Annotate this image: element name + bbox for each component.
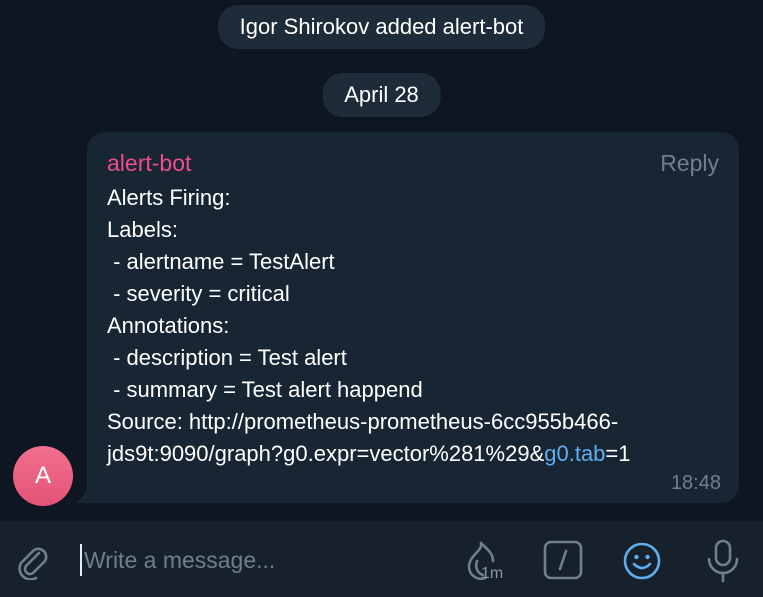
message-line: Annotations: xyxy=(107,313,230,338)
message-input-wrap[interactable] xyxy=(80,541,440,579)
reply-button[interactable]: Reply xyxy=(660,150,719,177)
text-caret xyxy=(80,544,82,576)
message-line: - description = Test alert xyxy=(107,345,347,370)
url-suffix: =1 xyxy=(605,441,631,466)
sender-name[interactable]: alert-bot xyxy=(107,150,191,177)
date-divider: April 28 xyxy=(322,73,441,117)
message-line: - summary = Test alert happend xyxy=(107,377,423,402)
message-text: Alerts Firing: Labels: - alertname = Tes… xyxy=(107,182,727,470)
message-line: - alertname = TestAlert xyxy=(107,249,335,274)
service-message-added: Igor Shirokov added alert-bot xyxy=(217,5,546,49)
attach-icon[interactable] xyxy=(12,540,52,580)
bot-command-icon[interactable] xyxy=(543,540,583,580)
url-text: jds9t:9090/graph?g0.expr=vector%281%29& xyxy=(107,441,545,466)
message-line: Source: http://prometheus-prometheus-6cc… xyxy=(107,409,619,434)
message-line: - severity = critical xyxy=(107,281,290,306)
microphone-icon[interactable] xyxy=(704,539,742,583)
emoji-icon[interactable] xyxy=(622,541,662,581)
timer-label: 1m xyxy=(481,565,504,582)
message-time: 18:48 xyxy=(670,472,721,494)
message-line: Labels: xyxy=(107,217,178,242)
avatar-letter: A xyxy=(34,462,51,489)
avatar[interactable]: A xyxy=(13,446,73,506)
message-composer: 1m xyxy=(0,521,763,597)
url-link[interactable]: g0.tab xyxy=(544,441,605,466)
message-input[interactable] xyxy=(84,546,424,574)
message-line-last: jds9t:9090/graph?g0.expr=vector%281%29&g… xyxy=(107,438,727,470)
message-bubble[interactable]: alert-bot Reply Alerts Firing: Labels: -… xyxy=(87,132,739,503)
message-line: Alerts Firing: xyxy=(107,185,231,210)
